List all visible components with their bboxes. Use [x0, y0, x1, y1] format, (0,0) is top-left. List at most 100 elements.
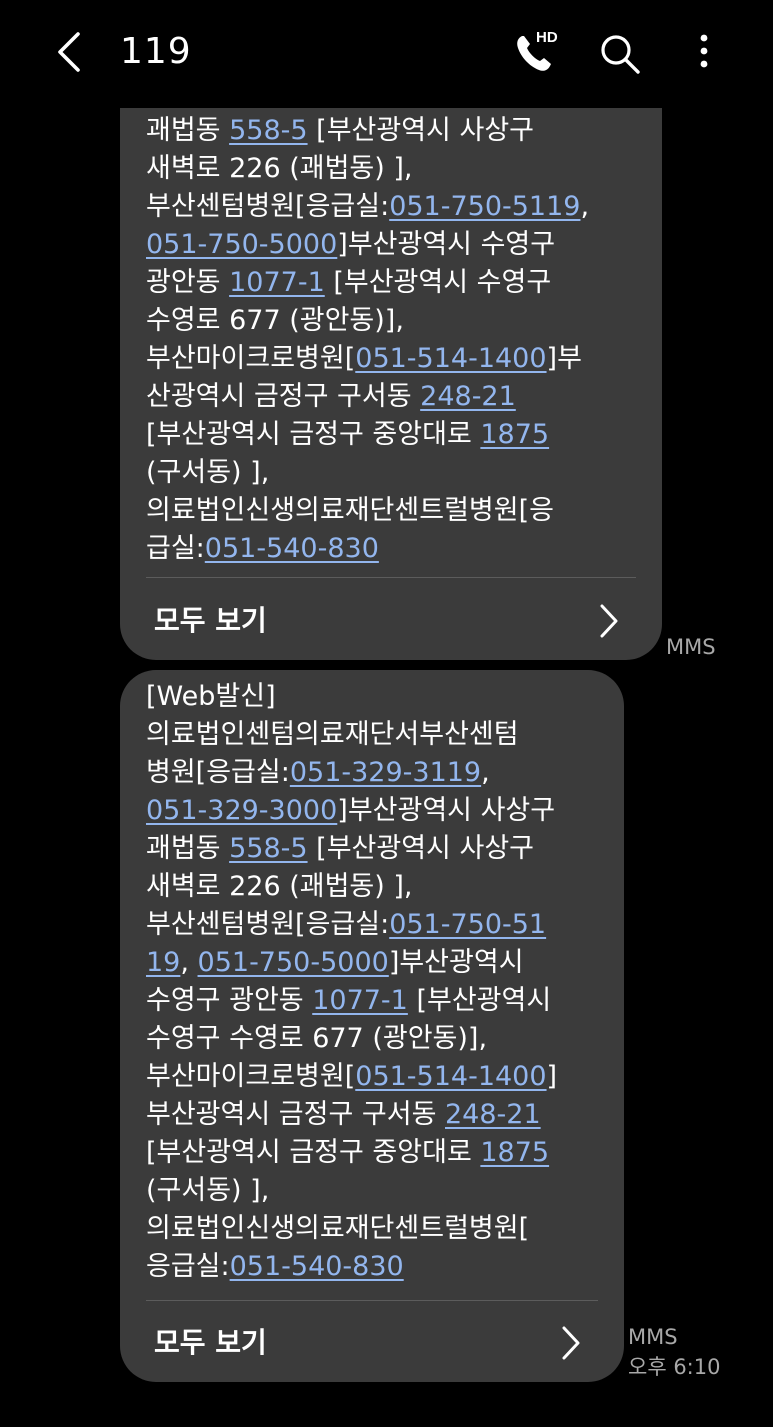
hd-voice-call-icon: HD [517, 29, 558, 71]
message-link[interactable]: 1077-1 [229, 267, 325, 298]
message-text-segment: 새벽로 226 (괘법동) ], [146, 153, 413, 184]
message-text-segment: 부산마이크로병원[ [146, 1061, 356, 1092]
message-text-segment: (구서동) ], [146, 1175, 270, 1206]
message-link[interactable]: 051-750-51 [389, 909, 546, 940]
message-text-segment: [부산광역시 [407, 985, 552, 1016]
message-text-segment: 새벽로 226 (괘법동) ], [146, 871, 413, 902]
message-text-segment: 부산센텀병원[응급실: [146, 909, 390, 940]
message-text-segment: 부산광역시 금정구 구서동 [146, 1099, 445, 1130]
message-line: 19, 051-750-5000]부산광역시 [146, 944, 608, 982]
message-link[interactable]: 248-21 [445, 1099, 541, 1130]
message-line: [Web발신] [146, 678, 608, 716]
message-line: 부산마이크로병원[051-514-1400]부 [146, 340, 646, 378]
message-link[interactable]: 051-750-5119 [389, 191, 580, 222]
message-text-segment: , [180, 947, 198, 978]
conversation-title: 119 [120, 31, 192, 72]
message-link[interactable]: 19 [146, 947, 180, 978]
message-text-segment: [부산광역시 금정구 중앙대로 [146, 419, 481, 450]
message-line: 부산마이크로병원[051-514-1400] [146, 1058, 608, 1096]
message-line: (구서동) ], [146, 454, 646, 492]
message-link[interactable]: 051-514-1400 [355, 1061, 546, 1092]
message-text-segment: (구서동) ], [146, 457, 270, 488]
message-link[interactable]: 558-5 [229, 115, 307, 146]
message-line: 부산센텀병원[응급실:051-750-5119, [146, 188, 646, 226]
message-link[interactable]: 051-540-830 [205, 533, 379, 564]
message-line: 의료법인신생의료재단센트럴병원[응 [146, 492, 646, 530]
message-text-segment: 괘법동 [146, 833, 230, 864]
more-options-button[interactable] [688, 30, 720, 78]
message-text-segment: ]부 [546, 343, 582, 374]
message-type-label: MMS [628, 1325, 678, 1349]
message-line: 응급실:051-540-830 [146, 1248, 608, 1286]
message-text-segment: 수영구 광안동 [146, 985, 313, 1016]
view-all-button[interactable]: 모두 보기 [120, 1304, 624, 1380]
message-text-segment: [부산광역시 사상구 [307, 115, 534, 146]
message-line: 수영로 677 (광안동)], [146, 302, 646, 340]
message-link[interactable]: 051-750-5000 [146, 229, 337, 260]
message-line: 수영구 광안동 1077-1 [부산광역시 [146, 982, 608, 1020]
message-text-segment: 산광역시 금정구 구서동 [146, 381, 421, 412]
message-text-segment: 부산센텀병원[응급실: [146, 191, 390, 222]
search-icon [601, 35, 640, 74]
message-line: 새벽로 226 (괘법동) ], [146, 868, 608, 906]
message-line: 괘법동 558-5 [부산광역시 사상구 [146, 830, 608, 868]
message-link[interactable]: 1875 [480, 1137, 549, 1168]
message-text-segment: 의료법인신생의료재단센트럴병원[응 [146, 495, 554, 526]
message-text-segment: ]부산광역시 수영구 [337, 229, 556, 260]
message-line: 병원[응급실:051-329-3119, [146, 754, 608, 792]
more-vertical-icon [700, 34, 708, 68]
message-text-segment: 응급실: [146, 1251, 230, 1282]
message-link[interactable]: 051-750-5000 [198, 947, 389, 978]
message-text-segment: 급실: [146, 533, 205, 564]
app-bar: 119 HD [0, 0, 773, 108]
message-link[interactable]: 051-329-3000 [146, 795, 337, 826]
message-text-segment: 의료법인신생의료재단센트럴병원[ [146, 1213, 530, 1244]
message-text-segment: [부산광역시 사상구 [307, 833, 534, 864]
view-all-label: 모두 보기 [154, 604, 267, 637]
message-line: 의료법인센텀의료재단서부산센텀 [146, 716, 608, 754]
message-text-segment: 부산마이크로병원[ [146, 343, 356, 374]
message-line: 부산광역시 금정구 구서동 248-21 [146, 1096, 608, 1134]
message-link[interactable]: 051-514-1400 [355, 343, 546, 374]
hd-voice-call-button[interactable]: HD [510, 26, 562, 78]
back-button[interactable] [50, 28, 94, 76]
message-text: [Web발신] 의료법인센텀의료재단서부산센텀병원[응급실:051-329-311… [146, 678, 608, 1286]
message-text-segment: [부산광역시 수영구 [324, 267, 552, 298]
message-bubble[interactable]: [Web발신] 의료법인센텀의료재단서부산센텀병원[응급실:051-329-311… [120, 670, 624, 1382]
message-text-segment: 병원[응급실: [146, 757, 290, 788]
message-text-segment: 광안동 [146, 267, 230, 298]
message-link[interactable]: 558-5 [229, 833, 307, 864]
message-line: 광안동 1077-1 [부산광역시 수영구 [146, 264, 646, 302]
message-text-segment: , [580, 191, 590, 222]
message-line: [부산광역시 금정구 중앙대로 1875 [146, 416, 646, 454]
divider [146, 577, 636, 578]
message-type-label: MMS [666, 635, 716, 659]
message-bubble[interactable]: 괘법동 558-5 [부산광역시 사상구새벽로 226 (괘법동) ], 부산센텀… [120, 60, 662, 660]
message-timestamp: 오후 6:10 [628, 1355, 721, 1379]
view-all-label: 모두 보기 [154, 1326, 267, 1359]
message-text-segment: 수영로 677 (광안동)], [146, 305, 404, 336]
message-link[interactable]: 1875 [480, 419, 549, 450]
message-link[interactable]: 1077-1 [312, 985, 408, 1016]
message-line: 수영구 수영로 677 (광안동)], [146, 1020, 608, 1058]
message-link[interactable]: 248-21 [420, 381, 516, 412]
message-line: 산광역시 금정구 구서동 248-21 [146, 378, 646, 416]
message-link[interactable]: 051-329-3119 [290, 757, 481, 788]
search-button[interactable] [596, 30, 644, 78]
message-text-segment: 괘법동 [146, 115, 230, 146]
message-link[interactable]: 051-540-830 [230, 1251, 404, 1282]
hd-badge: HD [536, 29, 558, 46]
divider [146, 1300, 598, 1301]
view-all-button[interactable]: 모두 보기 [120, 582, 662, 658]
message-line: 051-750-5000]부산광역시 수영구 [146, 226, 646, 264]
chevron-right-icon [562, 1326, 580, 1360]
message-line: 부산센텀병원[응급실:051-750-51 [146, 906, 608, 944]
message-text-segment: 의료법인센텀의료재단서부산센텀 [146, 719, 519, 750]
message-line: 새벽로 226 (괘법동) ], [146, 150, 646, 188]
message-text-segment: [부산광역시 금정구 중앙대로 [146, 1137, 481, 1168]
message-text-segment: ]부산광역시 사상구 [337, 795, 556, 826]
message-text-segment: [Web발신] [146, 681, 276, 712]
chevron-left-icon [58, 32, 80, 72]
message-line: (구서동) ], [146, 1172, 608, 1210]
message-text: 괘법동 558-5 [부산광역시 사상구새벽로 226 (괘법동) ], 부산센텀… [146, 112, 646, 568]
